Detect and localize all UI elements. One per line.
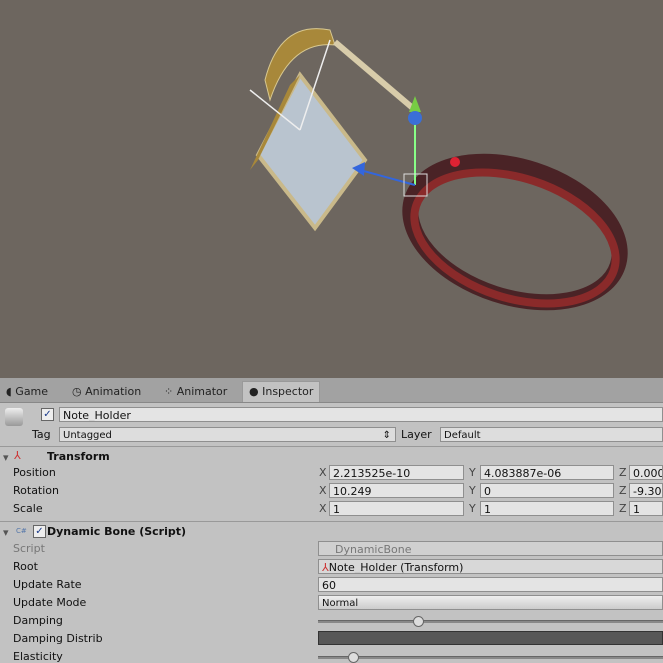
gameobject-cube-icon[interactable] xyxy=(5,408,23,426)
rotation-z-input[interactable]: -9.30 xyxy=(629,483,663,498)
axis-y-label: Y xyxy=(469,466,476,479)
transform-icon: ⅄ xyxy=(322,561,329,574)
script-label: Script xyxy=(13,542,45,555)
tab-animation[interactable]: ◷ Animation xyxy=(66,382,147,402)
axis-x-label: X xyxy=(319,502,327,515)
update-rate-label: Update Rate xyxy=(13,578,82,591)
script-field: DynamicBone xyxy=(318,541,663,556)
tab-animator[interactable]: ⁘ Animator xyxy=(158,382,233,402)
axis-z-label: Z xyxy=(619,502,627,515)
rotation-label: Rotation xyxy=(13,484,60,497)
damping-label: Damping xyxy=(13,614,63,627)
foldout-arrow-icon[interactable]: ▾ xyxy=(3,451,9,464)
object-name-input[interactable]: Note_Holder xyxy=(59,407,663,422)
component-enabled-checkbox[interactable]: ✓ xyxy=(33,525,46,538)
position-label: Position xyxy=(13,466,56,479)
active-checkbox[interactable]: ✓ xyxy=(41,408,54,421)
axis-y-label: Y xyxy=(469,484,476,497)
root-object-field[interactable]: ⅄Note_Holder (Transform) xyxy=(318,559,663,574)
tag-value: Untagged xyxy=(63,430,112,441)
root-label: Root xyxy=(13,560,38,573)
transform-header[interactable]: Transform xyxy=(47,450,110,463)
rotation-x-input[interactable]: 10.249 xyxy=(329,483,464,498)
update-mode-label: Update Mode xyxy=(13,596,87,609)
axis-y-label: Y xyxy=(469,502,476,515)
position-x-input[interactable]: 2.213525e-10 xyxy=(329,465,464,480)
dynamic-bone-header[interactable]: Dynamic Bone (Script) xyxy=(47,525,186,538)
axis-z-label: Z xyxy=(619,484,627,497)
scale-x-input[interactable]: 1 xyxy=(329,501,464,516)
game-icon: ◖ xyxy=(6,385,16,398)
update-mode-dropdown[interactable]: Normal xyxy=(318,595,663,610)
axis-x-label: X xyxy=(319,484,327,497)
damping-slider[interactable] xyxy=(318,620,663,623)
note-paper xyxy=(255,71,368,232)
scene-objects xyxy=(249,28,628,311)
script-value: DynamicBone xyxy=(335,543,412,556)
scene-view[interactable] xyxy=(0,0,663,378)
scale-y-input[interactable]: 1 xyxy=(480,501,614,516)
update-rate-input[interactable]: 60 xyxy=(318,577,663,592)
position-y-input[interactable]: 4.083887e-06 xyxy=(480,465,614,480)
csharp-script-icon: C# xyxy=(16,527,27,535)
scale-z-input[interactable]: 1 xyxy=(629,501,663,516)
inspector-panel: ✓ Note_Holder Tag Untagged ⇕ Layer Defaul… xyxy=(0,403,663,663)
elasticity-slider[interactable] xyxy=(318,656,663,659)
layer-label: Layer xyxy=(401,428,432,441)
clock-icon: ◷ xyxy=(72,385,86,398)
tag-label: Tag xyxy=(32,428,51,441)
editor-tabs: ◖ Game ◷ Animation ⁘ Animator ● Inspecto… xyxy=(0,378,663,403)
foldout-arrow-icon[interactable]: ▾ xyxy=(3,526,9,539)
damping-distrib-curve[interactable] xyxy=(318,631,663,645)
animator-icon: ⁘ xyxy=(164,385,177,398)
damping-distrib-label: Damping Distrib xyxy=(13,632,103,645)
axis-x-label: X xyxy=(319,466,327,479)
rotation-y-input[interactable]: 0 xyxy=(480,483,614,498)
elasticity-slider-thumb[interactable] xyxy=(347,652,359,663)
info-icon: ● xyxy=(249,385,263,398)
dropdown-arrows-icon: ⇕ xyxy=(382,430,391,441)
gizmo-z-axis xyxy=(359,169,416,186)
axis-z-label: Z xyxy=(619,466,627,479)
scale-label: Scale xyxy=(13,502,43,515)
tag-dropdown[interactable]: Untagged ⇕ xyxy=(59,427,396,442)
root-value: Note_Holder (Transform) xyxy=(328,561,464,574)
damping-slider-thumb[interactable] xyxy=(413,616,425,627)
layer-dropdown[interactable]: Default xyxy=(440,427,663,442)
transform-icon: ⅄ xyxy=(14,449,21,462)
tab-inspector[interactable]: ● Inspector xyxy=(242,381,321,402)
position-z-input[interactable]: 0.000 xyxy=(629,465,663,480)
elasticity-label: Elasticity xyxy=(13,650,63,663)
tab-game[interactable]: ◖ Game xyxy=(0,382,54,402)
